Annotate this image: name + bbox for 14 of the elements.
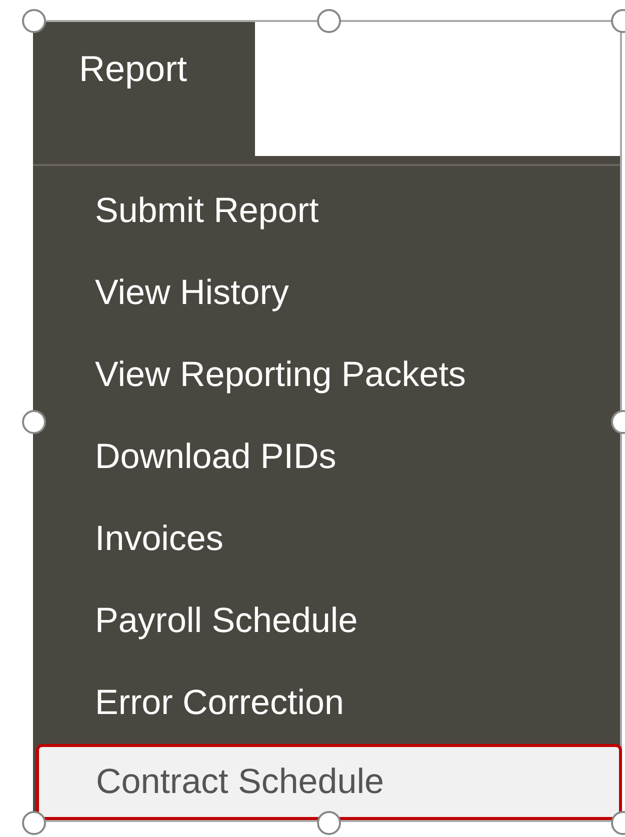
resize-handle[interactable]: [22, 811, 46, 835]
resize-handle[interactable]: [316, 811, 340, 835]
resize-handle[interactable]: [22, 410, 46, 434]
menu-item[interactable]: Contract Schedule: [36, 744, 622, 820]
menu-item[interactable]: View History: [33, 252, 620, 334]
menu-item[interactable]: Payroll Schedule: [33, 580, 620, 662]
menu-item[interactable]: Error Correction: [33, 662, 620, 744]
resize-handle[interactable]: [316, 9, 340, 33]
menu-item[interactable]: Download PIDs: [33, 416, 620, 498]
menu-tab[interactable]: Report: [33, 22, 255, 156]
menu-item[interactable]: Invoices: [33, 498, 620, 580]
menu-item[interactable]: Submit Report: [33, 170, 620, 252]
resize-handle[interactable]: [22, 9, 46, 33]
menu-item[interactable]: View Reporting Packets: [33, 334, 620, 416]
